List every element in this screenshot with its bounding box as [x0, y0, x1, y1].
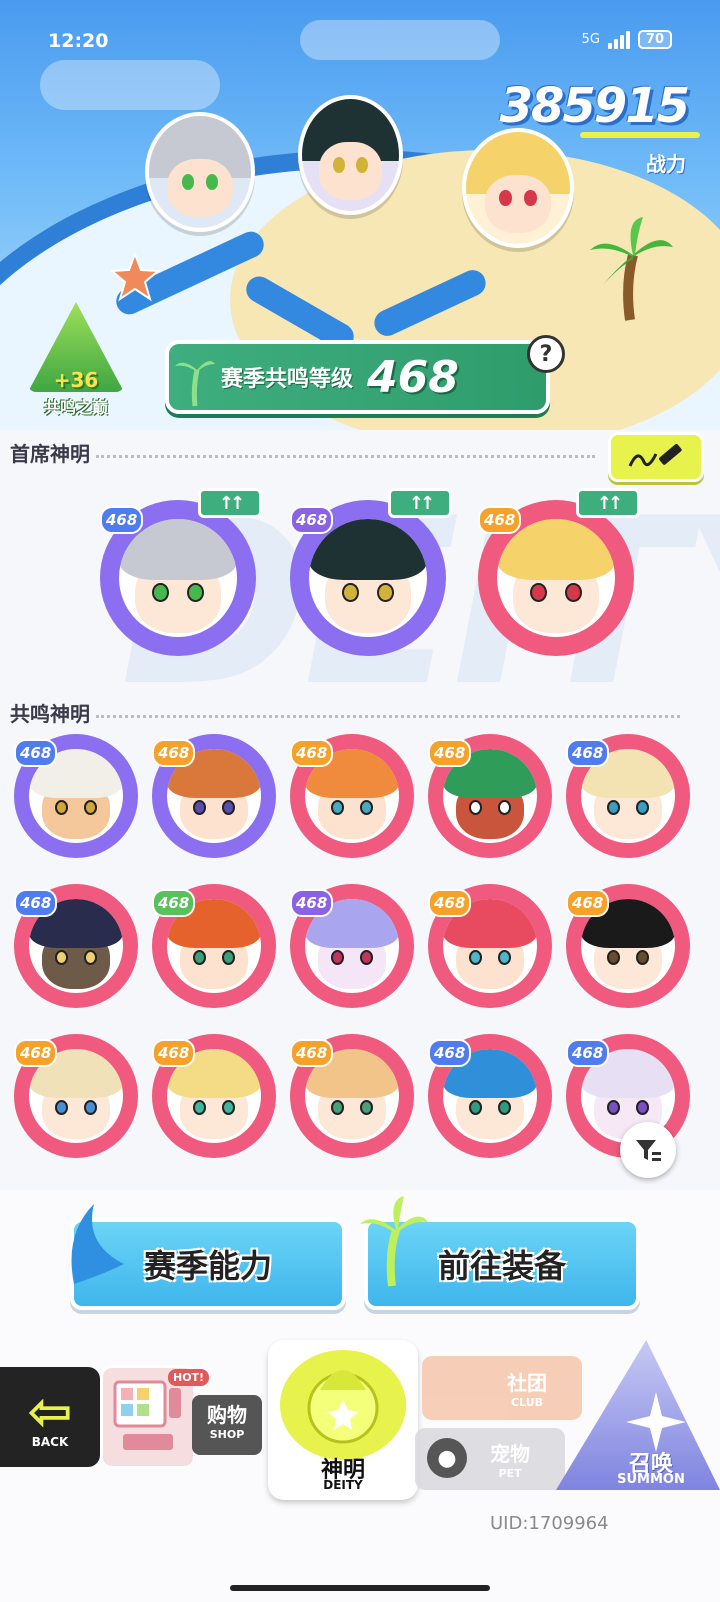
- level-badge: 468: [566, 738, 610, 767]
- resonance-deity-portrait[interactable]: 468: [290, 884, 414, 1008]
- summon-sublabel: SUMMON: [617, 1472, 685, 1487]
- resonance-deity-portrait[interactable]: 468: [152, 1034, 276, 1158]
- level-badge: 468: [290, 1038, 334, 1067]
- resonance-deity-portrait[interactable]: 468: [14, 734, 138, 858]
- status-indicators: 5G 70: [582, 30, 672, 49]
- upgrade-arrow-icon: ↑↑: [388, 488, 452, 518]
- level-badge: 468: [290, 506, 334, 535]
- home-indicator[interactable]: [230, 1585, 490, 1591]
- filter-button[interactable]: [620, 1122, 676, 1178]
- resonance-deity-portrait[interactable]: 468: [290, 734, 414, 858]
- divider: [96, 455, 595, 458]
- palm-icon: [175, 361, 215, 407]
- deity-sublabel: DEITY: [323, 1478, 363, 1492]
- back-button[interactable]: ⇦ BACK: [0, 1367, 100, 1467]
- resonance-deity-portrait[interactable]: 468: [290, 1034, 414, 1158]
- edit-button[interactable]: [608, 432, 704, 482]
- leaders-section-header: 首席神明: [10, 438, 595, 467]
- level-badge: 468: [478, 506, 522, 535]
- level-badge: 468: [428, 888, 472, 917]
- pencil-icon: [628, 444, 682, 467]
- peak-bonus: +36: [53, 368, 99, 392]
- season-ability-button[interactable]: 赛季能力: [70, 1204, 346, 1310]
- resonance-title: 共鸣神明: [10, 702, 90, 726]
- resonance-deity-portrait[interactable]: 468: [566, 734, 690, 858]
- lock-icon: ●: [427, 1438, 467, 1478]
- character-chibi-1[interactable]: [145, 112, 255, 232]
- level-badge: 468: [14, 1038, 58, 1067]
- leaders-deity-portrait[interactable]: 468 ↑↑: [478, 488, 640, 656]
- level-badge: 468: [428, 738, 472, 767]
- status-time: 12:20: [48, 30, 109, 52]
- level-badge: 468: [14, 738, 58, 767]
- level-badge: 468: [290, 888, 334, 917]
- level-badge: 468: [14, 888, 58, 917]
- starfish-icon: [110, 252, 160, 302]
- go-equipment-label: 前往装备: [437, 1247, 566, 1285]
- upgrade-arrow-icon: ↑↑: [576, 488, 640, 518]
- deity-character-icon: [280, 1350, 406, 1460]
- pet-label: 宠物: [490, 1442, 530, 1466]
- pet-sublabel: PET: [498, 1467, 522, 1480]
- club-label: 社团: [507, 1371, 547, 1395]
- level-badge: 468: [428, 1038, 472, 1067]
- back-label: BACK: [31, 1435, 69, 1449]
- resonance-section-header: 共鸣神明: [10, 698, 680, 727]
- resonance-deity-portrait[interactable]: 468: [428, 734, 552, 858]
- shop-hot-badge: HOT!: [168, 1369, 210, 1386]
- season-ability-label: 赛季能力: [143, 1247, 272, 1285]
- wave-icon: [71, 1204, 124, 1284]
- battery-icon: 70: [637, 30, 672, 49]
- sparkle-icon: [626, 1392, 686, 1452]
- back-arrow-icon: ⇦: [27, 1380, 73, 1443]
- palm-icon: [360, 1196, 428, 1287]
- leaders-deity-portrait[interactable]: 468 ↑↑: [290, 488, 452, 656]
- level-badge: 468: [152, 888, 196, 917]
- peak-label: 共鸣之巅: [43, 398, 108, 417]
- level-badge: 468: [566, 1038, 610, 1067]
- season-level: 468: [367, 351, 459, 403]
- divider: [96, 715, 680, 718]
- resonance-deity-portrait[interactable]: 468: [428, 884, 552, 1008]
- combat-power-value: 385915: [499, 78, 690, 134]
- combat-power-label: 战力: [646, 152, 686, 176]
- leaders-title: 首席神明: [10, 442, 90, 466]
- resonance-deity-portrait[interactable]: 468: [152, 884, 276, 1008]
- portrait-avatar: [308, 518, 428, 638]
- resonance-deity-portrait[interactable]: 468: [14, 1034, 138, 1158]
- portrait-avatar: [118, 518, 238, 638]
- leaders-deity-portrait[interactable]: 468 ↑↑: [100, 488, 262, 656]
- season-label: 赛季共鸣等级: [221, 367, 354, 392]
- combat-power-bar: [580, 132, 700, 138]
- level-badge: 468: [152, 738, 196, 767]
- nav-pet[interactable]: ● 宠物 PET: [415, 1428, 565, 1490]
- palm-tree-icon: [590, 217, 673, 321]
- resonance-deity-portrait[interactable]: 468: [566, 884, 690, 1008]
- user-id: UID:1709964: [490, 1513, 609, 1534]
- help-button[interactable]: ?: [527, 335, 565, 373]
- upgrade-arrow-icon: ↑↑: [198, 488, 262, 518]
- filter-icon: [636, 1140, 661, 1161]
- nav-summon[interactable]: 召唤 SUMMON: [556, 1340, 720, 1500]
- portrait-avatar: [496, 518, 616, 638]
- resonance-deity-portrait[interactable]: 468: [14, 884, 138, 1008]
- character-chibi-3[interactable]: [462, 128, 574, 248]
- level-badge: 468: [290, 738, 334, 767]
- go-equipment-button[interactable]: 前往装备: [360, 1196, 640, 1310]
- level-badge: 468: [566, 888, 610, 917]
- nav-deity[interactable]: 神明 DEITY: [268, 1340, 418, 1500]
- level-badge: 468: [100, 506, 144, 535]
- resonance-deity-portrait[interactable]: 468: [428, 1034, 552, 1158]
- shop-label: HOT! 购物 SHOP: [168, 1369, 262, 1455]
- character-chibi-2[interactable]: [298, 95, 403, 215]
- signal-icon: [607, 30, 630, 49]
- level-badge: 468: [152, 1038, 196, 1067]
- season-resonance-banner: 赛季共鸣等级 468: [165, 340, 550, 414]
- nav-shop[interactable]: HOT! 购物 SHOP: [100, 1335, 265, 1475]
- club-sublabel: CLUB: [510, 1396, 543, 1409]
- network-label: 5G: [581, 32, 600, 47]
- resonance-deity-portrait[interactable]: 468: [152, 734, 276, 858]
- resonance-peak-button[interactable]: +36 共鸣之巅: [22, 302, 130, 417]
